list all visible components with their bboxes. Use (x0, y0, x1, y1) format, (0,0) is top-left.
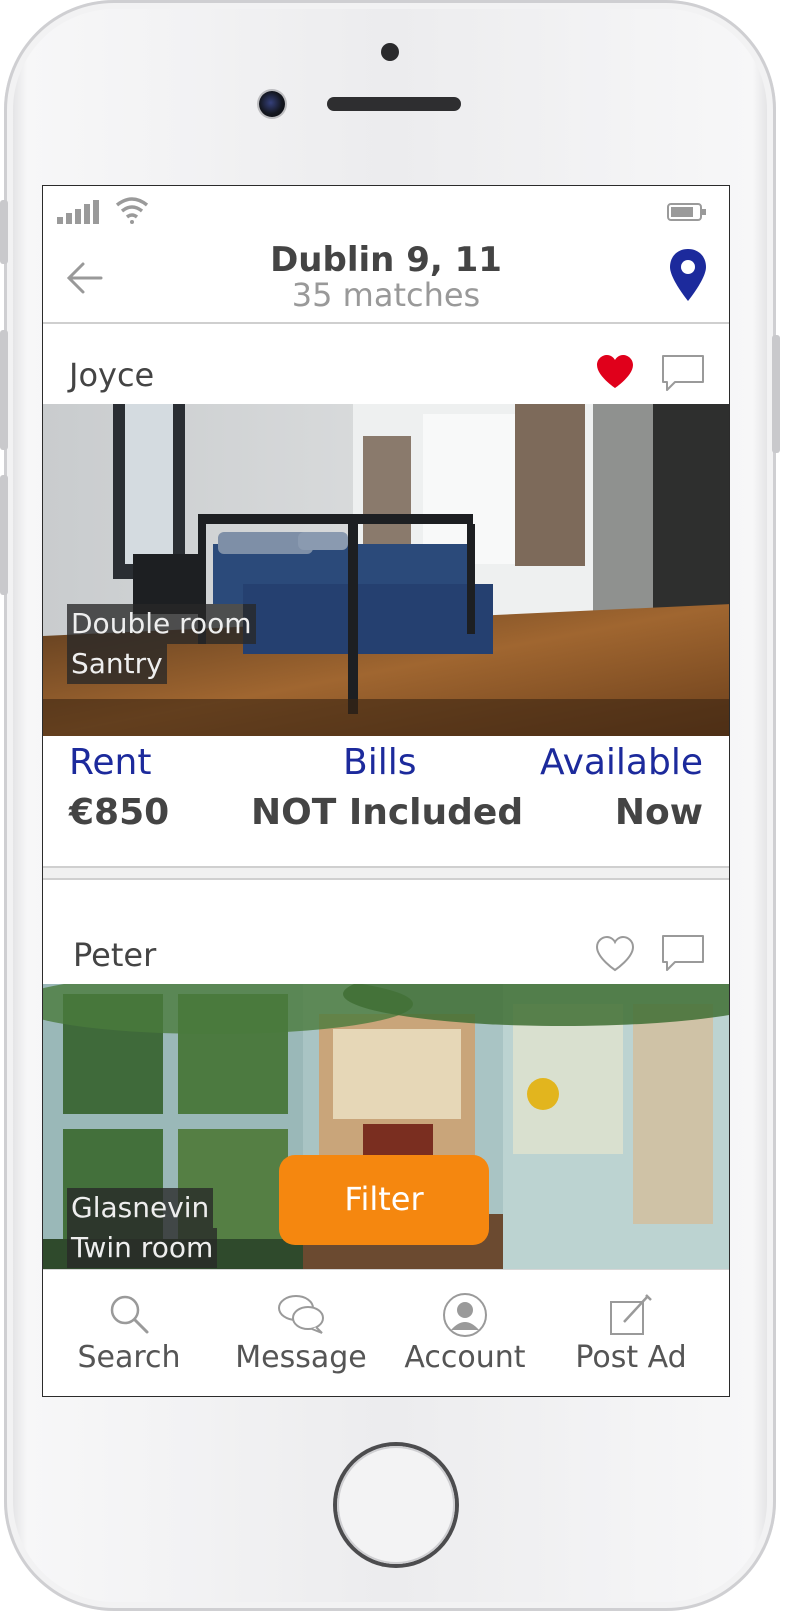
bills-value: NOT Included (251, 792, 524, 833)
match-count: 35 matches (291, 276, 481, 314)
tab-search[interactable]: Search (43, 1270, 215, 1396)
tab-label: Post Ad (575, 1340, 687, 1375)
tab-account[interactable]: Account (379, 1270, 551, 1396)
page-title: Dublin 9, 11 (270, 240, 502, 280)
power-button (772, 335, 780, 453)
header: Dublin 9, 11 35 matches (43, 238, 729, 324)
post-ad-icon (610, 1294, 652, 1335)
heart-outline-icon[interactable] (595, 936, 635, 972)
rent-value: €850 (69, 792, 170, 833)
room-type-label: Twin room (67, 1228, 218, 1268)
map-pin-icon[interactable] (669, 248, 707, 302)
area-label: Glasnevin (67, 1188, 214, 1228)
volume-up-button (0, 330, 8, 450)
front-camera (259, 91, 285, 117)
bills-label: Bills (343, 742, 417, 783)
bedroom-photo (43, 404, 729, 736)
proximity-sensor (381, 43, 399, 61)
silent-switch (0, 200, 8, 264)
tab-label: Search (77, 1340, 181, 1375)
listing-owner-name: Peter (73, 936, 157, 974)
chat-bubble-icon[interactable] (661, 934, 705, 972)
listing-separator (43, 866, 729, 880)
search-icon (110, 1295, 149, 1334)
volume-down-button (0, 475, 8, 595)
message-icon (278, 1295, 324, 1334)
tab-label: Account (404, 1340, 526, 1375)
tab-message[interactable]: Message (215, 1270, 387, 1396)
battery-icon (667, 203, 706, 221)
status-bar (43, 186, 729, 238)
tab-post-ad[interactable]: Post Ad (545, 1270, 717, 1396)
signal-icon (57, 200, 99, 224)
available-value: Now (614, 792, 703, 833)
available-label: Available (540, 742, 703, 783)
app-screen: Dublin 9, 11 35 matches Joyce Double roo… (42, 185, 730, 1397)
tab-label: Message (235, 1340, 367, 1375)
chat-bubble-icon[interactable] (661, 354, 705, 392)
account-icon (443, 1293, 487, 1337)
filter-button[interactable]: Filter (279, 1155, 489, 1245)
listing-owner-name: Joyce (69, 356, 155, 394)
area-label: Santry (67, 644, 167, 684)
heart-filled-icon[interactable] (595, 354, 635, 390)
listing-photo[interactable]: Double room Santry (43, 404, 729, 736)
wifi-icon (115, 197, 149, 224)
rent-label: Rent (69, 742, 152, 783)
room-type-label: Double room (67, 604, 256, 644)
bottom-tab-bar: Search Message Account Post Ad (43, 1269, 729, 1396)
earpiece-speaker (327, 97, 461, 111)
home-button[interactable] (337, 1446, 455, 1564)
